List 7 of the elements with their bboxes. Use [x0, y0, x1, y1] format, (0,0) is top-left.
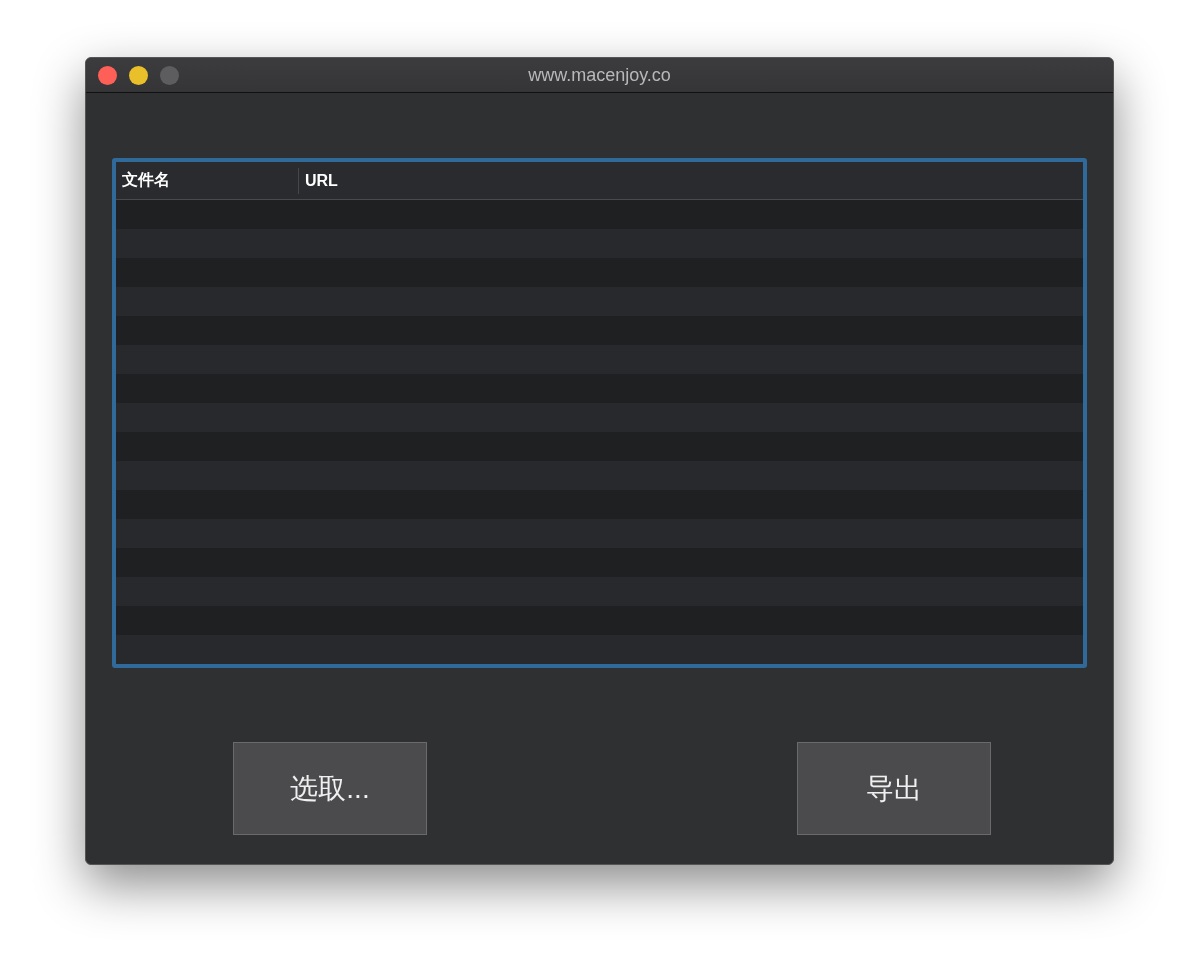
column-header[interactable]: 文件名 [116, 167, 298, 194]
close-icon[interactable] [98, 65, 117, 85]
minimize-icon[interactable] [129, 65, 148, 85]
window-title: www.macenjoy.co [528, 64, 671, 86]
column-header[interactable]: URL [298, 167, 338, 194]
choose-button[interactable]: 选取... [233, 742, 427, 835]
export-button[interactable]: 导出 [797, 742, 991, 835]
